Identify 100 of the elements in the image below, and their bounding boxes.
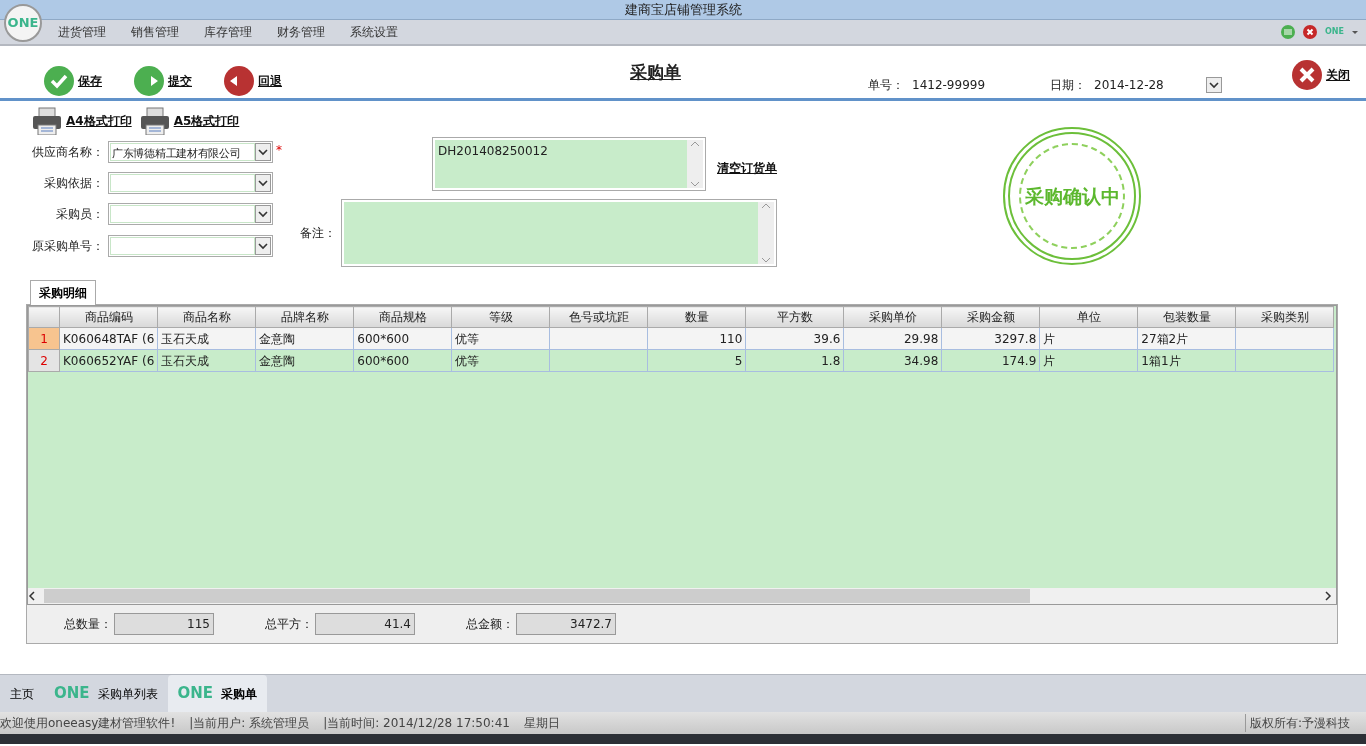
table-cell: 1箱1片: [1137, 349, 1236, 372]
required-mark: *: [276, 142, 282, 159]
table-cell: K060652YAF (6: [59, 349, 158, 372]
order-reference-field[interactable]: DH201408250012: [432, 137, 706, 191]
table-cell: K060648TAF (6: [59, 327, 158, 350]
row-number[interactable]: 2: [28, 349, 60, 372]
menu-item[interactable]: 财务管理: [277, 20, 338, 44]
table-cell: 3297.8: [941, 327, 1040, 350]
menu-item[interactable]: 系统设置: [350, 20, 411, 44]
scroll-down-icon[interactable]: [690, 180, 700, 188]
table-cell: 174.9: [941, 349, 1040, 372]
column-header[interactable]: 品牌名称: [255, 306, 354, 328]
toolbar-button[interactable]: 提交: [134, 66, 192, 96]
remark-label: 备注：: [300, 225, 336, 242]
clear-orders-link[interactable]: 清空订货单: [717, 159, 777, 177]
table-cell: 29.98: [843, 327, 942, 350]
dropdown-icon: [257, 146, 269, 158]
table-cell: 600*600: [353, 349, 452, 372]
table-cell: 优等: [451, 327, 550, 350]
column-header[interactable]: 采购单价: [843, 306, 942, 328]
dropdown-field[interactable]: [108, 235, 273, 257]
column-header[interactable]: 商品名称: [157, 306, 256, 328]
list-icon[interactable]: [1281, 25, 1296, 39]
status-text: 星期日: [523, 715, 560, 732]
table-cell: 金意陶: [255, 327, 354, 350]
scroll-up-icon[interactable]: [690, 140, 700, 148]
dropdown-icon: [1208, 79, 1220, 91]
table-cell: 片: [1039, 349, 1138, 372]
table-corner[interactable]: [28, 306, 60, 328]
close-icon[interactable]: [1303, 25, 1318, 39]
printer-icon: [139, 107, 170, 135]
total-label: 总平方：: [264, 616, 313, 633]
table-cell: 34.98: [843, 349, 942, 372]
column-header[interactable]: 商品编码: [59, 306, 158, 328]
detail-tab[interactable]: 采购明细: [30, 280, 96, 305]
status-text: |当前时间: 2014/12/28 17:50:41: [323, 715, 510, 732]
column-header[interactable]: 数量: [647, 306, 746, 328]
page-title: 采购单: [630, 61, 681, 84]
scroll-up-icon[interactable]: [761, 202, 771, 210]
status-text: |当前用户: 系统管理员: [189, 715, 310, 732]
field-label: 采购员：: [55, 206, 105, 223]
window-tab[interactable]: ONE 采购单列表: [44, 675, 168, 712]
tab-logo: ONE: [177, 683, 214, 705]
table-cell: 玉石天成: [157, 327, 256, 350]
close-button[interactable]: 关闭: [1292, 60, 1350, 90]
caret-icon[interactable]: [1352, 30, 1358, 34]
print-button[interactable]: A5格式打印: [139, 107, 240, 135]
table-cell: 片: [1039, 327, 1138, 350]
column-header[interactable]: 色号或坑距: [549, 306, 648, 328]
table-cell: 优等: [451, 349, 550, 372]
copyright-text: 版权所有:予漫科技: [1244, 714, 1366, 732]
toolbar-button[interactable]: 回退: [224, 66, 282, 96]
total-label: 总数量：: [63, 616, 112, 633]
table-cell: 27箱2片: [1137, 327, 1236, 350]
column-header[interactable]: 采购类别: [1235, 306, 1334, 328]
table-cell: 1.8: [745, 349, 844, 372]
table-cell: 600*600: [353, 327, 452, 350]
status-stamp: 采购确认中: [1003, 127, 1141, 265]
total-field: 41.4: [315, 613, 415, 635]
dropdown-field[interactable]: 广东博德精工建材有限公司: [108, 141, 273, 163]
close-icon: [1292, 60, 1322, 90]
window-tab[interactable]: ONE 采购单: [167, 675, 268, 712]
menu-item[interactable]: 销售管理: [131, 20, 192, 44]
column-header[interactable]: 包装数量: [1137, 306, 1236, 328]
table-cell: 5: [647, 349, 746, 372]
order-number-label: 单号：: [868, 77, 904, 94]
field-label: 供应商名称：: [31, 144, 105, 161]
scrollbar-thumb[interactable]: [44, 589, 1030, 603]
status-text: 欢迎使用oneeasy建材管理软件!: [0, 715, 176, 732]
tab-logo: ONE: [54, 683, 90, 705]
window-tab[interactable]: 主页: [0, 675, 44, 712]
table-cell: 金意陶: [255, 349, 354, 372]
total-label: 总金额：: [465, 616, 514, 633]
printer-icon: [32, 107, 62, 135]
scroll-down-icon[interactable]: [761, 256, 771, 264]
field-label: 原采购单号：: [31, 238, 105, 255]
print-button[interactable]: A4格式打印: [32, 107, 132, 135]
field-label: 采购依据：: [43, 175, 105, 192]
table-cell: 39.6: [745, 327, 844, 350]
dropdown-icon: [257, 177, 269, 189]
column-header[interactable]: 采购金额: [941, 306, 1040, 328]
toolbar-button[interactable]: 保存: [44, 66, 102, 96]
order-number: 1412-99999: [912, 77, 986, 94]
dropdown-field[interactable]: [108, 203, 273, 225]
menu-item[interactable]: 库存管理: [204, 20, 265, 44]
menu-item[interactable]: 进货管理: [58, 20, 119, 44]
remark-field[interactable]: [341, 199, 777, 267]
total-field: 115: [114, 613, 214, 635]
table-cell: 110: [647, 327, 746, 350]
column-header[interactable]: 平方数: [745, 306, 844, 328]
total-field: 3472.7: [516, 613, 616, 635]
date-label: 日期：: [1050, 77, 1086, 94]
dropdown-field[interactable]: [108, 172, 273, 194]
column-header[interactable]: 等级: [451, 306, 550, 328]
dropdown-icon: [257, 208, 269, 220]
arrow-left-icon: [224, 66, 254, 96]
date-picker-button[interactable]: [1206, 77, 1222, 93]
column-header[interactable]: 单位: [1039, 306, 1138, 328]
column-header[interactable]: 商品规格: [353, 306, 452, 328]
date-value: 2014-12-28: [1094, 77, 1164, 94]
